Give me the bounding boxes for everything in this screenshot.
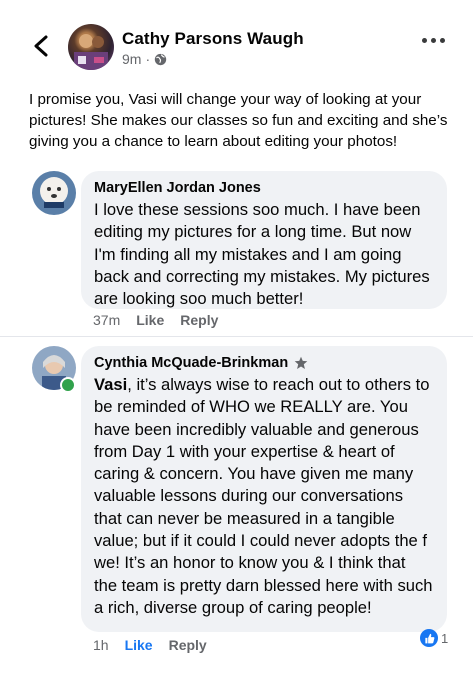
reply-button[interactable]: Reply [169, 637, 207, 653]
reaction-summary[interactable]: 1 [420, 629, 448, 647]
like-button[interactable]: Like [136, 312, 164, 328]
online-status-indicator [60, 377, 76, 393]
comment-actions: 1h Like Reply [93, 637, 223, 653]
meta-separator: · [145, 51, 151, 67]
mention-tag[interactable]: Vasi [94, 375, 127, 394]
reaction-count: 1 [441, 630, 449, 646]
post-text: I promise you, Vasi will change your way… [29, 91, 448, 150]
commenter-name[interactable]: Cynthia McQuade-Brinkman [94, 355, 288, 371]
post-author-name[interactable]: Cathy Parsons Waugh [122, 29, 304, 49]
back-arrow-icon[interactable] [30, 34, 54, 58]
reply-button[interactable]: Reply [180, 312, 218, 328]
comment-actions: 37m Like Reply [93, 312, 234, 328]
like-reaction-icon [420, 629, 438, 647]
comment-text: Vasi, it’s always wise to reach out to o… [94, 374, 433, 619]
post-meta: 9m · [122, 51, 167, 67]
top-fan-star-icon [294, 356, 308, 369]
comment-time[interactable]: 37m [93, 312, 120, 328]
post-time[interactable]: 9m [122, 51, 141, 67]
comment-bubble: MaryEllen Jordan Jones I love these sess… [81, 171, 447, 309]
globe-icon [154, 53, 167, 65]
comment-body: , it’s always wise to reach out to other… [94, 375, 433, 617]
comment-text: I love these sessions soo much. I have b… [94, 200, 430, 309]
post-header: Cathy Parsons Waugh 9m · [0, 0, 473, 82]
comment-bubble: Cynthia McQuade-Brinkman Vasi, it’s alwa… [81, 346, 447, 632]
like-button[interactable]: Like [125, 637, 153, 653]
commenter-avatar[interactable] [32, 171, 76, 215]
commenter-name-row: Cynthia McQuade-Brinkman [94, 355, 433, 371]
more-options-icon[interactable] [422, 38, 445, 43]
divider [0, 336, 473, 337]
author-avatar[interactable] [68, 24, 114, 70]
commenter-name[interactable]: MaryEllen Jordan Jones [94, 180, 433, 196]
comment-time[interactable]: 1h [93, 637, 109, 653]
